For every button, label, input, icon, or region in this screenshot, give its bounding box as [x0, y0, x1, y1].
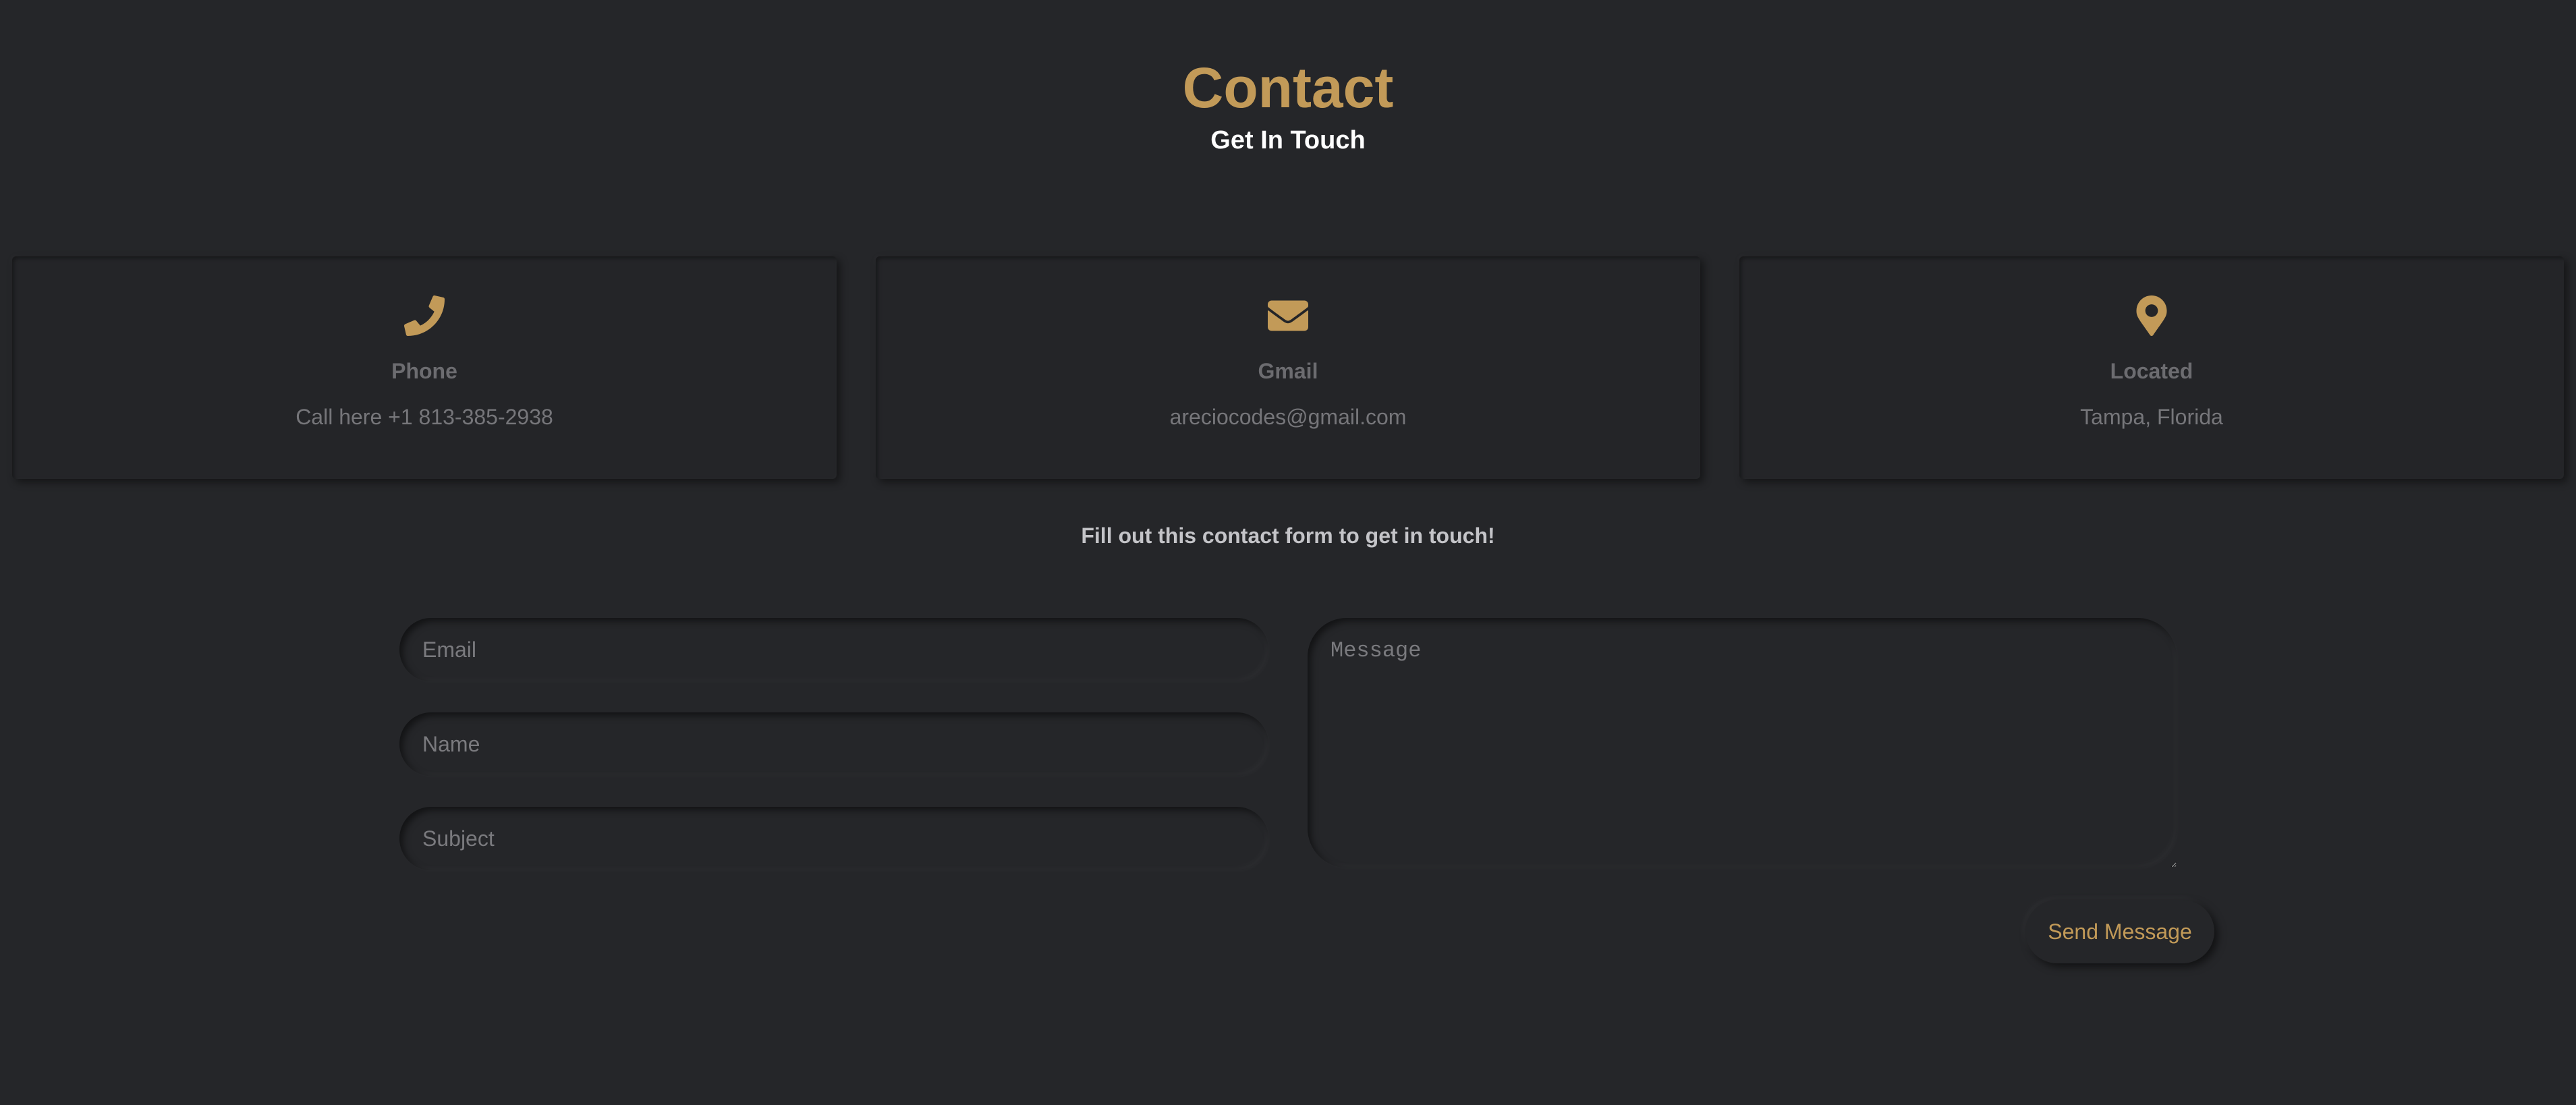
phone-icon — [404, 295, 445, 336]
message-textarea[interactable] — [1308, 618, 2177, 868]
location-card: Located Tampa, Florida — [1739, 256, 2564, 479]
page-subtitle: Get In Touch — [1210, 126, 1366, 154]
envelope-icon — [1268, 295, 1308, 336]
form-intro: Fill out this contact form to get in tou… — [1081, 523, 1495, 548]
phone-value: Call here +1 813-385-2938 — [296, 405, 553, 429]
location-label: Located — [2110, 359, 2193, 383]
subject-input[interactable] — [399, 807, 1268, 870]
contact-cards: Phone Call here +1 813-385-2938 Gmail ar… — [12, 256, 2564, 479]
gmail-label: Gmail — [1258, 359, 1318, 383]
gmail-value: areciocodes@gmail.com — [1169, 405, 1407, 429]
gmail-card: Gmail areciocodes@gmail.com — [876, 256, 1700, 479]
phone-card: Phone Call here +1 813-385-2938 — [12, 256, 837, 479]
location-value: Tampa, Florida — [2080, 405, 2223, 429]
name-input[interactable] — [399, 712, 1268, 776]
phone-label: Phone — [391, 359, 457, 383]
page-title: Contact — [1182, 56, 1394, 119]
send-message-button[interactable]: Send Message — [2025, 900, 2214, 963]
page-header: Contact Get In Touch — [0, 53, 2576, 157]
email-input[interactable] — [399, 618, 1268, 681]
map-pin-icon — [2131, 295, 2172, 336]
